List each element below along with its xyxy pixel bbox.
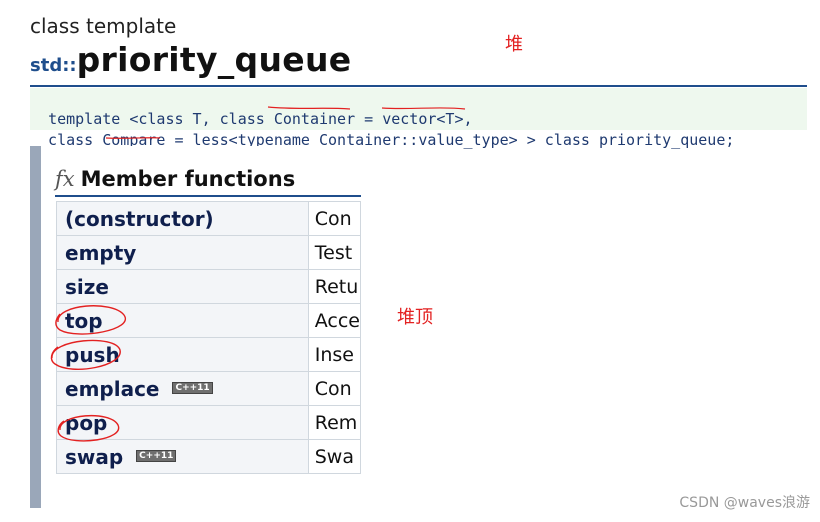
member-desc-cell: Swa [307, 439, 362, 474]
class-template-label: class template [30, 14, 177, 38]
title-divider [30, 85, 807, 87]
code-line-1: template <class T, class Container = vec… [48, 110, 473, 128]
member-desc-cell: Test [307, 235, 362, 270]
member-name-link[interactable]: top [65, 309, 103, 333]
member-name-link[interactable]: empty [65, 241, 136, 265]
member-desc-cell: Con [307, 371, 362, 406]
cpp11-badge: C++11 [136, 450, 177, 462]
table-row: swap C++11 Swa [56, 439, 362, 474]
function-icon: fx [55, 167, 75, 191]
member-name-link[interactable]: emplace [65, 377, 160, 401]
member-name-link[interactable]: (constructor) [65, 207, 214, 231]
member-desc-cell: Con [307, 201, 362, 236]
member-desc-cell: Inse [307, 337, 362, 372]
heap-annotation: 堆 [505, 34, 523, 55]
member-name-link[interactable]: swap [65, 445, 123, 469]
member-name-cell[interactable]: pop [56, 405, 309, 440]
table-row: size Retu [56, 269, 362, 304]
member-functions-table: (constructor) Con empty Test size Retu t… [56, 201, 362, 474]
member-name-cell[interactable]: push [56, 337, 309, 372]
member-desc-cell: Acce [307, 303, 362, 338]
member-name-link[interactable]: pop [65, 411, 107, 435]
member-name-cell[interactable]: size [56, 269, 309, 304]
section-title-text: Member functions [80, 167, 296, 191]
namespace-label: std:: [30, 55, 77, 76]
table-row: pop Rem [56, 405, 362, 440]
table-row: empty Test [56, 235, 362, 270]
member-name-cell[interactable]: top [56, 303, 309, 338]
member-name-link[interactable]: push [65, 343, 120, 367]
table-row: top Acce [56, 303, 362, 338]
page-title: std::priority_queue [30, 40, 351, 79]
table-row: (constructor) Con [56, 201, 362, 236]
table-row: push Inse [56, 337, 362, 372]
cpp11-badge: C++11 [172, 382, 213, 394]
section-title: fx Member functions [55, 167, 361, 197]
class-name: priority_queue [76, 40, 352, 79]
member-name-cell[interactable]: (constructor) [56, 201, 309, 236]
member-name-cell[interactable]: swap C++11 [56, 439, 309, 474]
member-desc-cell: Rem [307, 405, 362, 440]
member-name-cell[interactable]: emplace C++11 [56, 371, 309, 406]
table-row: emplace C++11 Con [56, 371, 362, 406]
member-desc-cell: Retu [307, 269, 362, 304]
heap-top-annotation: 堆顶 [397, 307, 433, 328]
member-name-link[interactable]: size [65, 275, 109, 299]
watermark: CSDN @waves浪游 [679, 495, 810, 511]
member-name-cell[interactable]: empty [56, 235, 309, 270]
code-block: template <class T, class Container = vec… [30, 88, 807, 149]
